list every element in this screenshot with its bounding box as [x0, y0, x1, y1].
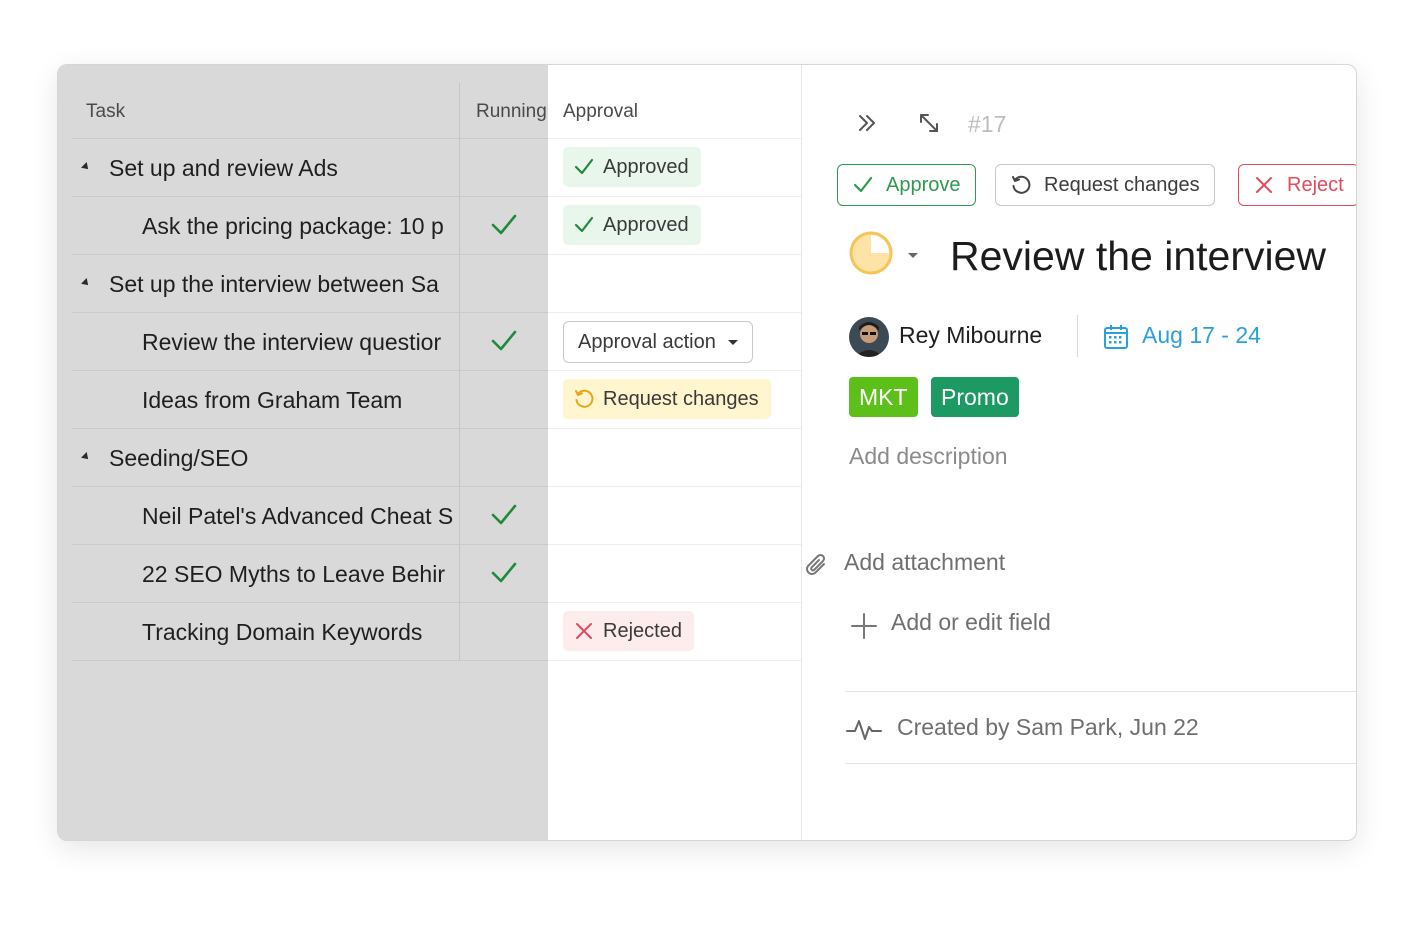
task-row[interactable]: Ask the pricing package: 10 p [72, 196, 548, 254]
task-label: 22 SEO Myths to Leave Behir [142, 561, 445, 587]
approval-action-dropdown[interactable]: Approval action [563, 321, 753, 363]
tag-promo[interactable]: Promo [931, 377, 1019, 417]
calendar-icon[interactable] [1102, 323, 1130, 356]
request-changes-label: Request changes [1044, 173, 1200, 196]
task-row[interactable]: Review the interview questior [72, 312, 548, 370]
row-divider [548, 486, 801, 487]
row-divider [548, 660, 801, 661]
check-icon [491, 214, 517, 235]
status-dropdown-icon[interactable] [908, 253, 918, 258]
check-icon [491, 504, 517, 525]
tag-mkt[interactable]: MKT [849, 377, 918, 417]
approval-status-changes[interactable]: Request changes [563, 379, 771, 419]
row-divider [548, 370, 801, 371]
paperclip-icon [804, 550, 832, 585]
row-divider [72, 660, 548, 661]
row-divider [548, 428, 801, 429]
expand-icon[interactable] [916, 110, 942, 141]
task-id: #17 [968, 111, 1007, 137]
check-icon [853, 176, 873, 193]
task-row[interactable]: Tracking Domain Keywords [72, 602, 548, 660]
task-title[interactable]: Review the interview [950, 233, 1326, 280]
reject-button[interactable]: Reject [1238, 164, 1356, 206]
activity-icon [846, 715, 882, 748]
approval-column: Approval Approved Approved Approval action… [548, 65, 802, 840]
section-divider-bottom [845, 763, 1356, 764]
refresh-icon [1012, 175, 1031, 194]
section-divider [845, 691, 1356, 692]
refresh-icon [575, 389, 594, 408]
avatar[interactable] [849, 317, 889, 357]
column-header-running[interactable]: Running [476, 65, 548, 138]
date-range[interactable]: Aug 17 - 24 [1142, 322, 1261, 349]
plus-icon [850, 612, 878, 645]
row-divider [548, 196, 801, 197]
task-label: Neil Patel's Advanced Cheat S [142, 503, 454, 529]
task-label: Tracking Domain Keywords [142, 619, 423, 645]
check-icon [574, 158, 594, 175]
row-divider [548, 254, 801, 255]
task-label: Set up and review Ads [109, 155, 338, 181]
approval-status-approved[interactable]: Approved [563, 147, 701, 187]
collapse-caret-icon[interactable] [81, 278, 91, 288]
approval-status-approved[interactable]: Approved [563, 205, 701, 245]
column-header-task[interactable]: Task [86, 65, 125, 138]
approval-status-label: Approved [603, 155, 689, 178]
collapse-caret-icon[interactable] [81, 162, 91, 172]
check-icon [491, 562, 517, 583]
approval-status-label: Approved [603, 213, 689, 236]
close-icon [576, 623, 592, 639]
task-window: Task Running Set up and review Ads Ask th… [57, 64, 1357, 841]
check-icon [574, 216, 594, 233]
task-detail-panel: #17 Approve Request changes Reject Revie… [802, 65, 1356, 840]
task-list-pane: Task Running Set up and review Ads Ask th… [58, 65, 548, 840]
task-label: Set up the interview between Sa [109, 271, 439, 297]
approval-status-label: Rejected [603, 619, 682, 642]
add-description[interactable]: Add description [849, 443, 1008, 470]
add-attachment[interactable]: Add attachment [844, 549, 1005, 576]
task-label: Ideas from Graham Team [142, 387, 403, 413]
task-group-row[interactable]: Seeding/SEO [72, 428, 548, 486]
collapse-caret-icon[interactable] [81, 452, 91, 462]
task-label: Review the interview questior [142, 329, 442, 355]
row-divider [548, 138, 801, 139]
task-label: Ask the pricing package: 10 p [142, 213, 444, 239]
approve-label: Approve [886, 173, 961, 196]
collapse-panel-icon[interactable] [854, 110, 880, 141]
add-edit-field[interactable]: Add or edit field [891, 609, 1051, 636]
task-row[interactable]: 22 SEO Myths to Leave Behir [72, 544, 548, 602]
panel-toolbar [854, 110, 942, 140]
task-group-row[interactable]: Set up the interview between Sa [72, 254, 548, 312]
approval-status-label: Request changes [603, 387, 759, 410]
created-by: Created by Sam Park, Jun 22 [897, 714, 1199, 740]
status-progress-icon[interactable] [849, 231, 893, 275]
divider [1077, 315, 1078, 357]
approval-status-rejected[interactable]: Rejected [563, 611, 694, 651]
check-icon [491, 330, 517, 351]
task-row[interactable]: Ideas from Graham Team [72, 370, 548, 428]
task-row[interactable]: Neil Patel's Advanced Cheat S [72, 486, 548, 544]
approve-button[interactable]: Approve [837, 164, 976, 206]
reject-label: Reject [1287, 173, 1344, 196]
task-group-row[interactable]: Set up and review Ads [72, 138, 548, 196]
column-header-approval[interactable]: Approval [563, 65, 638, 138]
close-icon [1256, 177, 1272, 193]
task-label: Seeding/SEO [109, 445, 249, 471]
row-divider [548, 312, 801, 313]
row-divider [548, 602, 801, 603]
assignee-name[interactable]: Rey Mibourne [899, 322, 1042, 349]
approval-action-label: Approval action [578, 330, 716, 353]
chevron-down-icon [727, 339, 738, 345]
row-divider [548, 544, 801, 545]
request-changes-button[interactable]: Request changes [995, 164, 1215, 206]
